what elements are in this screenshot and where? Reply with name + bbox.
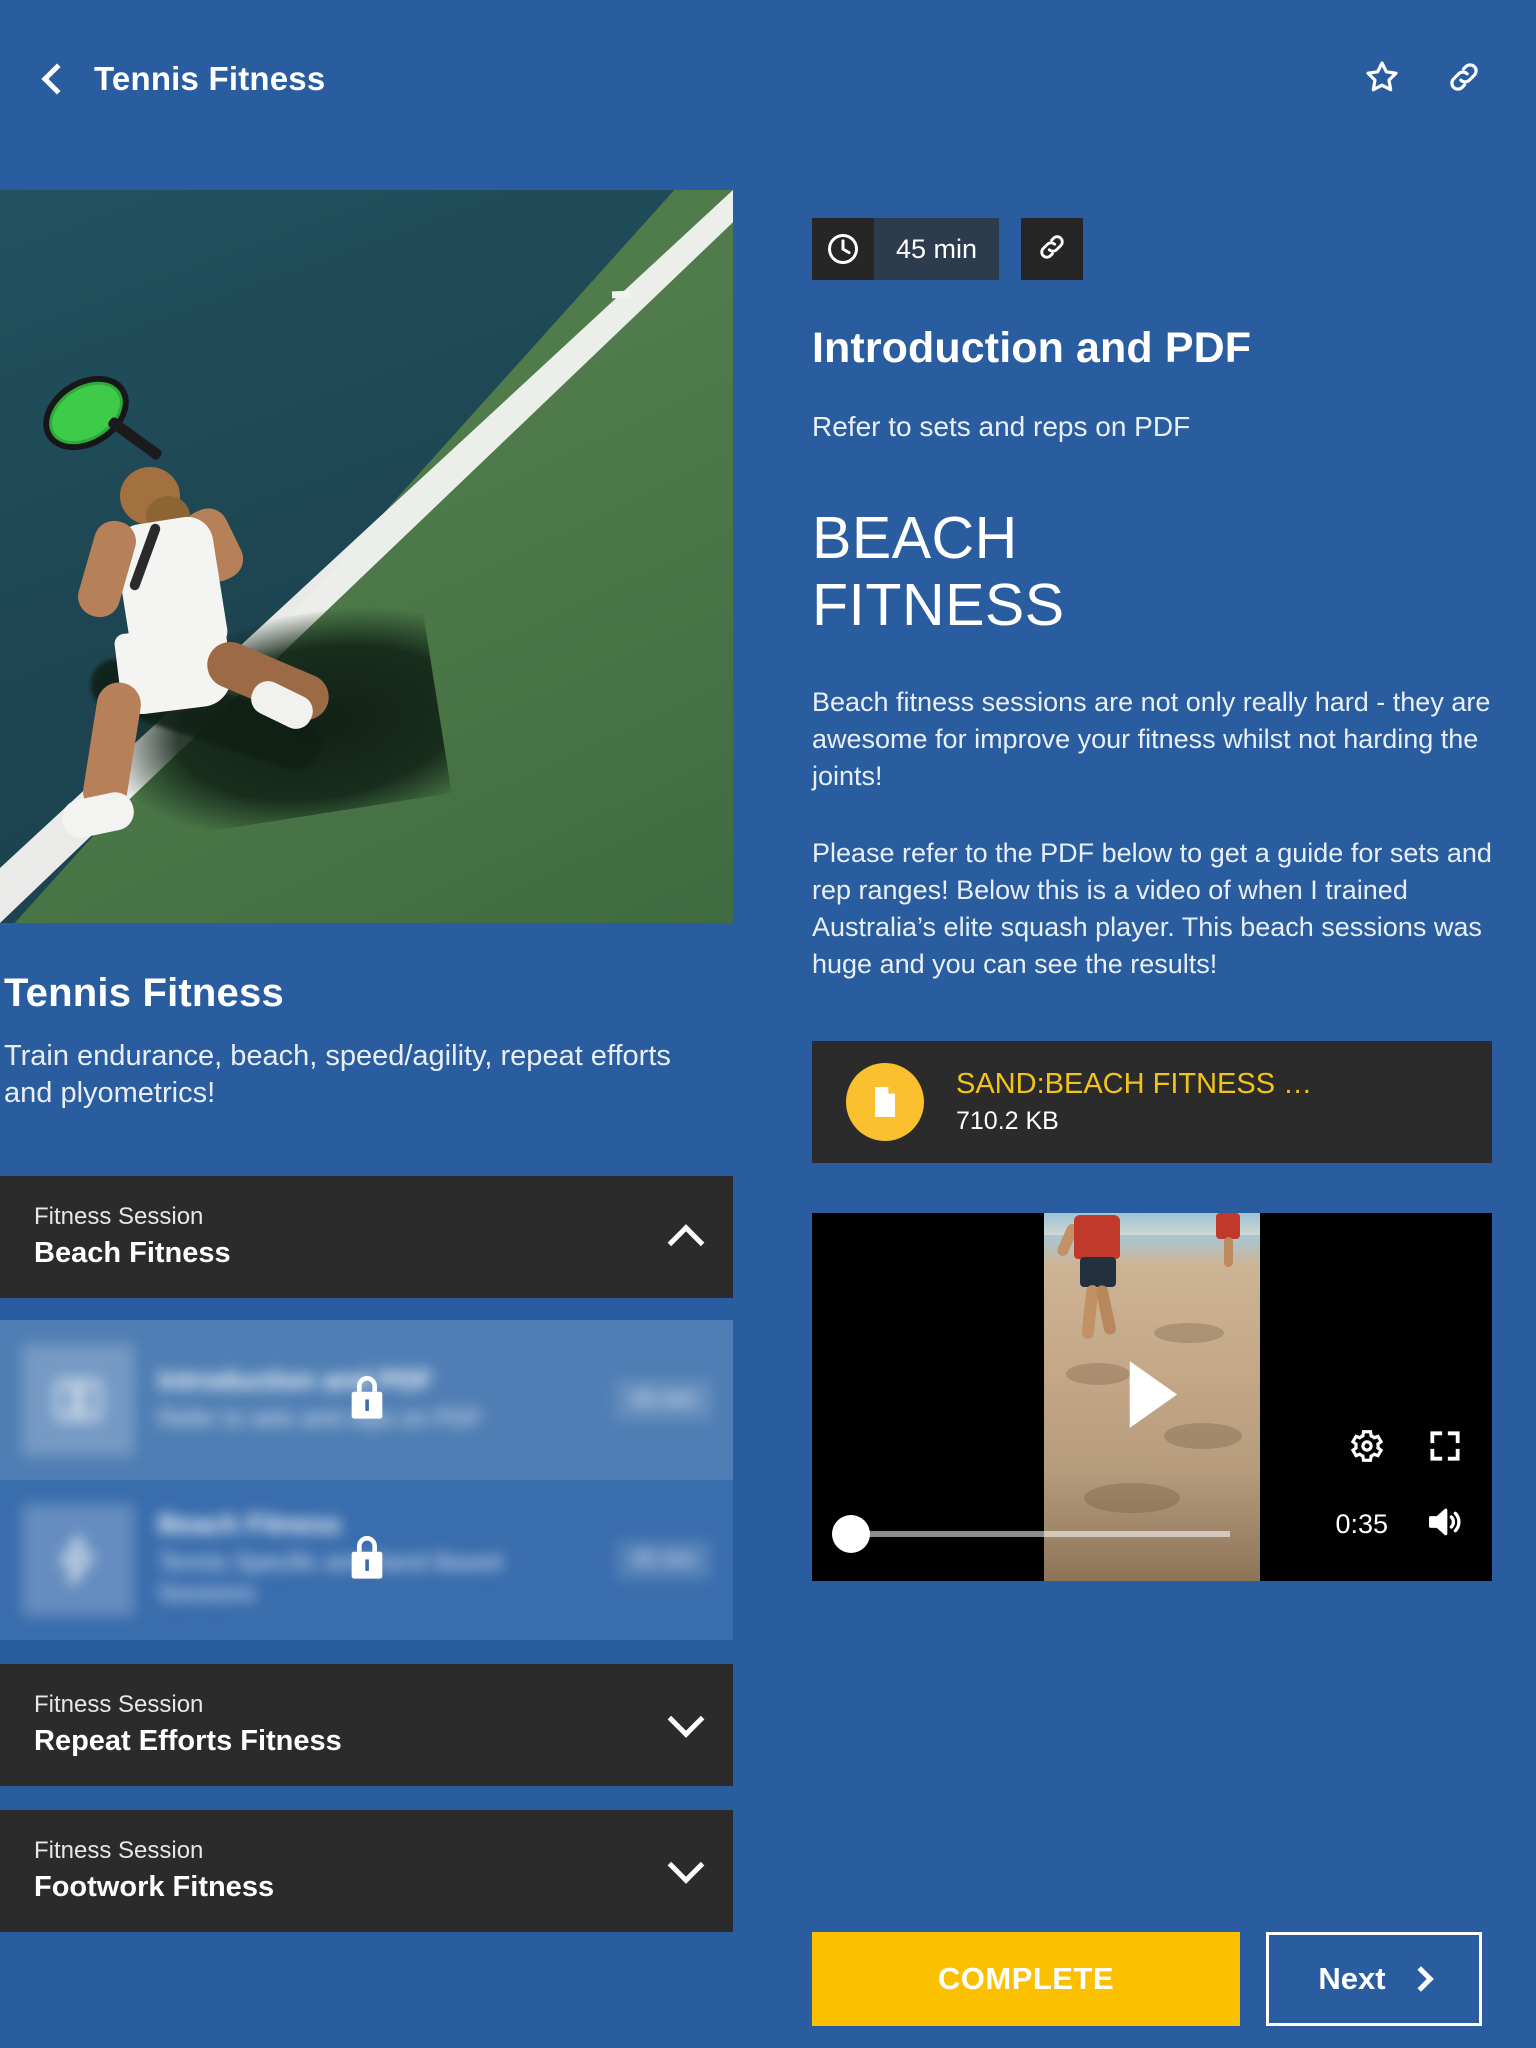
list-item[interactable]: Beach Fitness Tennis Specific and Sand B…: [0, 1479, 733, 1640]
bolt-icon: [22, 1503, 134, 1616]
video-seek-handle[interactable]: [832, 1515, 870, 1554]
session-accordion: Fitness Session Beach Fitness Introducti…: [0, 1175, 733, 1932]
next-button-label: Next: [1318, 1961, 1386, 1996]
course-lesson-page: Tennis Fitness Tennis Fitness Train endu…: [0, 0, 1536, 2048]
list-item[interactable]: Introduction and PDF Refer to sets and r…: [0, 1319, 733, 1480]
video-player[interactable]: 0:35: [812, 1213, 1492, 1582]
top-bar-actions: [1362, 57, 1498, 102]
duration-badge: 45 min: [812, 218, 1000, 280]
lesson-paragraph-1: Beach fitness sessions are not only real…: [812, 687, 1491, 792]
lock-icon: [344, 1529, 390, 1590]
accordion-title: Repeat Efforts Fitness: [34, 1725, 342, 1758]
back-button[interactable]: Tennis Fitness: [38, 60, 325, 98]
document-icon: [846, 1063, 924, 1142]
play-icon[interactable]: [1117, 1356, 1187, 1439]
lesson-heading-line2: FITNESS: [812, 571, 1065, 638]
lesson-badges: 45 min: [812, 218, 1492, 280]
accordion-header-beach-fitness[interactable]: Fitness Session Beach Fitness: [0, 1175, 733, 1298]
chevron-right-icon: [1407, 1966, 1434, 1992]
next-button[interactable]: Next: [1266, 1932, 1482, 2026]
lesson-paragraph-2: Please refer to the PDF below to get a g…: [812, 838, 1492, 980]
course-description: Train endurance, beach, speed/agility, r…: [4, 1040, 671, 1109]
chevron-down-icon[interactable]: [667, 1700, 705, 1738]
lesson-heading: BEACH FITNESS: [812, 505, 1492, 638]
book-icon: [22, 1343, 134, 1456]
court-line-tick: [611, 290, 632, 299]
share-lesson-button[interactable]: [1021, 218, 1084, 280]
second-runner-shirt: [1216, 1213, 1240, 1240]
chevron-down-icon[interactable]: [667, 1846, 705, 1884]
clock-icon: [812, 218, 874, 280]
sand-texture: [1084, 1483, 1180, 1514]
link-icon[interactable]: [1444, 57, 1484, 102]
lesson-list: Introduction and PDF Refer to sets and r…: [0, 1319, 733, 1640]
lesson-duration: 45 min: [615, 1539, 711, 1580]
accordion-title: Footwork Fitness: [34, 1871, 275, 1904]
attachment-size: 710.2 KB: [956, 1107, 1059, 1136]
sand-texture: [1154, 1323, 1224, 1344]
course-summary: Tennis Fitness Train endurance, beach, s…: [0, 971, 733, 1112]
lesson-heading-line1: BEACH: [812, 505, 1018, 571]
video-controls-bottom: 0:35: [1335, 1502, 1464, 1547]
attachment-meta: SAND:BEACH FITNESS … 710.2 KB: [956, 1068, 1312, 1136]
complete-button[interactable]: COMPLETE: [812, 1932, 1240, 2026]
volume-icon[interactable]: [1424, 1502, 1464, 1547]
lesson-title: Introduction and PDF: [812, 324, 1252, 372]
accordion-kicker: Fitness Session: [34, 1203, 204, 1231]
lesson-actions: COMPLETE Next: [812, 1932, 1482, 2026]
accordion-section-beach-fitness: Fitness Session Beach Fitness Introducti…: [0, 1175, 733, 1640]
top-app-bar: Tennis Fitness: [0, 0, 1536, 158]
chevron-up-icon[interactable]: [667, 1223, 705, 1261]
course-hero-image: [0, 190, 733, 923]
lesson-duration: 45 min: [615, 1379, 711, 1420]
accordion-kicker: Fitness Session: [34, 1837, 204, 1865]
lock-icon: [344, 1369, 390, 1430]
lesson-subtitle: Refer to sets and reps on PDF: [812, 411, 1191, 442]
video-seek-bar[interactable]: [840, 1531, 1230, 1538]
page-title: Tennis Fitness: [94, 60, 326, 97]
accordion-header-repeat-efforts-fitness[interactable]: Fitness Session Repeat Efforts Fitness: [0, 1663, 733, 1786]
duration-label: 45 min: [874, 218, 1000, 280]
runner-shorts: [1080, 1257, 1116, 1288]
star-icon[interactable]: [1362, 57, 1402, 102]
video-controls-top: [1348, 1427, 1464, 1470]
attachment-name: SAND:BEACH FITNESS …: [956, 1068, 1313, 1101]
lesson-detail-panel: 45 min Introduction and PDF Refer to set…: [812, 218, 1492, 1582]
link-icon: [1035, 230, 1069, 269]
second-runner-leg: [1224, 1237, 1233, 1268]
course-title: Tennis Fitness: [4, 971, 284, 1015]
accordion-header-footwork-fitness[interactable]: Fitness Session Footwork Fitness: [0, 1809, 733, 1932]
runner-shirt: [1074, 1215, 1120, 1260]
attachment-card[interactable]: SAND:BEACH FITNESS … 710.2 KB: [812, 1041, 1492, 1164]
accordion-kicker: Fitness Session: [34, 1691, 204, 1719]
gear-icon[interactable]: [1348, 1427, 1386, 1470]
left-column: Tennis Fitness Train endurance, beach, s…: [0, 190, 733, 1932]
accordion-title: Beach Fitness: [34, 1237, 231, 1270]
chevron-left-icon: [41, 63, 73, 95]
runner-leg-back: [1094, 1284, 1118, 1336]
fullscreen-icon[interactable]: [1426, 1427, 1464, 1470]
video-time: 0:35: [1335, 1509, 1388, 1540]
